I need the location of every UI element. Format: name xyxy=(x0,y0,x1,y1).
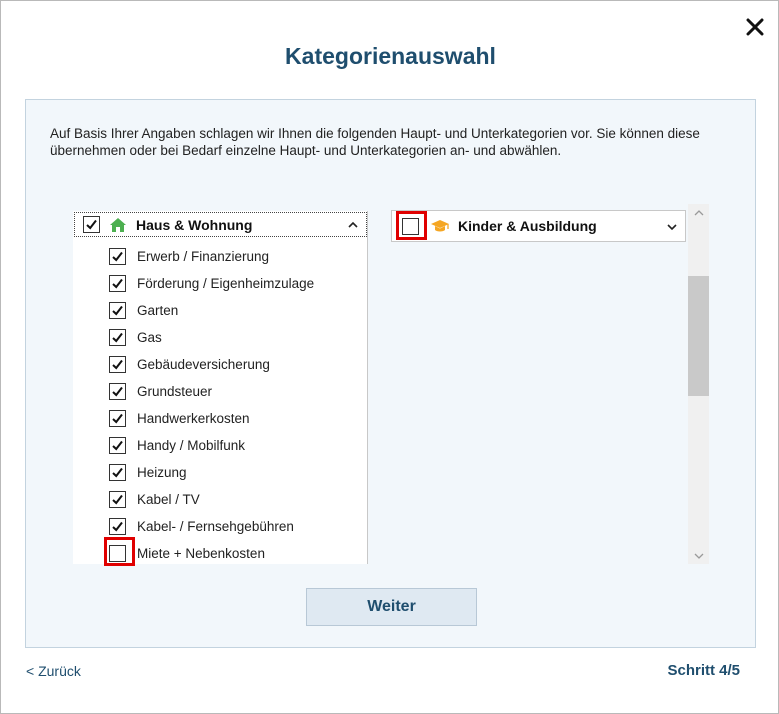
subcategory-item[interactable]: Erwerb / Finanzierung xyxy=(109,243,314,270)
subcategory-checkbox[interactable] xyxy=(109,329,126,346)
subcategory-checkbox[interactable] xyxy=(109,302,126,319)
subcategory-checkbox[interactable] xyxy=(109,356,126,373)
chevron-up-icon xyxy=(694,209,703,215)
subcategory-item[interactable]: Förderung / Eigenheimzulage xyxy=(109,270,314,297)
category-card-kinder-ausbildung[interactable]: Kinder & Ausbildung xyxy=(391,210,686,242)
subcategory-label: Kabel / TV xyxy=(137,492,200,507)
category-card-haus-wohnung: Haus & Wohnung Erwerb / Finanzierung För… xyxy=(73,211,368,564)
checkmark-icon xyxy=(112,278,123,289)
subcategory-label: Handy / Mobilfunk xyxy=(137,438,246,453)
subcategory-list: Erwerb / Finanzierung Förderung / Eigenh… xyxy=(109,243,314,564)
subcategory-checkbox[interactable] xyxy=(109,464,126,481)
subcategory-item[interactable]: Heizung xyxy=(109,459,314,486)
category-checkbox-haus-wohnung[interactable] xyxy=(83,216,100,233)
checkmark-icon xyxy=(112,359,123,370)
house-icon xyxy=(110,217,126,232)
checkmark-icon xyxy=(112,386,123,397)
scroll-down-button[interactable] xyxy=(688,547,709,564)
next-button[interactable]: Weiter xyxy=(306,588,477,626)
subcategory-checkbox[interactable] xyxy=(109,275,126,292)
chevron-down-icon xyxy=(694,553,703,559)
subcategory-label: Gebäudeversicherung xyxy=(137,357,270,372)
subcategory-label: Förderung / Eigenheimzulage xyxy=(137,276,315,291)
subcategory-checkbox[interactable] xyxy=(109,410,126,427)
highlight-frame xyxy=(396,211,427,240)
checkmark-icon xyxy=(112,305,123,316)
checkmark-icon xyxy=(112,440,123,451)
chevron-down-icon[interactable] xyxy=(665,220,679,234)
subcategory-label: Heizung xyxy=(137,465,187,480)
subcategory-label: Grundsteuer xyxy=(137,384,213,399)
checkmark-icon xyxy=(112,251,123,262)
checkmark-icon xyxy=(112,413,123,424)
subcategory-item[interactable]: Kabel / TV xyxy=(109,486,314,513)
category-selection-dialog: Kategorienauswahl Auf Basis Ihrer Angabe… xyxy=(0,0,779,714)
subcategory-item[interactable]: Garten xyxy=(109,297,314,324)
subcategory-checkbox[interactable] xyxy=(109,518,126,535)
subcategory-label: Erwerb / Finanzierung xyxy=(137,249,270,264)
subcategory-item[interactable]: Miete + Nebenkosten xyxy=(109,540,314,564)
subcategory-item[interactable]: Handwerkerkosten xyxy=(109,405,314,432)
category-label: Haus & Wohnung xyxy=(136,216,253,233)
subcategory-checkbox[interactable] xyxy=(109,491,126,508)
subcategory-item[interactable]: Kabel- / Fernsehgebühren xyxy=(109,513,314,540)
checkmark-icon xyxy=(112,467,123,478)
scroll-thumb[interactable] xyxy=(688,276,709,396)
close-button[interactable] xyxy=(741,13,769,41)
category-header-haus-wohnung[interactable]: Haus & Wohnung xyxy=(74,212,367,237)
subcategory-label: Gas xyxy=(137,330,162,345)
subcategory-label: Kabel- / Fernsehgebühren xyxy=(137,519,294,534)
checkmark-icon xyxy=(112,521,123,532)
category-label: Kinder & Ausbildung xyxy=(458,218,597,234)
graduation-cap-icon xyxy=(431,220,449,232)
checkmark-icon xyxy=(86,219,97,230)
scroll-up-button[interactable] xyxy=(688,204,709,221)
subcategory-label: Garten xyxy=(137,303,179,318)
subcategory-label: Handwerkerkosten xyxy=(137,411,250,426)
subcategory-label: Miete + Nebenkosten xyxy=(137,546,265,561)
vertical-scrollbar[interactable] xyxy=(688,204,709,564)
subcategory-item[interactable]: Gas xyxy=(109,324,314,351)
highlight-frame xyxy=(104,537,135,566)
step-indicator: Schritt 4/5 xyxy=(667,662,740,679)
subcategory-item[interactable]: Grundsteuer xyxy=(109,378,314,405)
subcategory-item[interactable]: Gebäudeversicherung xyxy=(109,351,314,378)
dialog-title: Kategorienauswahl xyxy=(285,43,496,69)
back-link[interactable]: < Zurück xyxy=(26,663,81,679)
chevron-up-icon[interactable] xyxy=(346,218,360,232)
intro-text: Auf Basis Ihrer Angaben schlagen wir Ihn… xyxy=(50,126,700,158)
content-panel: Auf Basis Ihrer Angaben schlagen wir Ihn… xyxy=(25,99,756,648)
checkmark-icon xyxy=(112,332,123,343)
subcategory-checkbox[interactable] xyxy=(109,437,126,454)
subcategory-checkbox[interactable] xyxy=(109,383,126,400)
subcategory-checkbox[interactable] xyxy=(109,248,126,265)
close-icon xyxy=(746,18,764,36)
checkmark-icon xyxy=(112,494,123,505)
subcategory-item[interactable]: Handy / Mobilfunk xyxy=(109,432,314,459)
